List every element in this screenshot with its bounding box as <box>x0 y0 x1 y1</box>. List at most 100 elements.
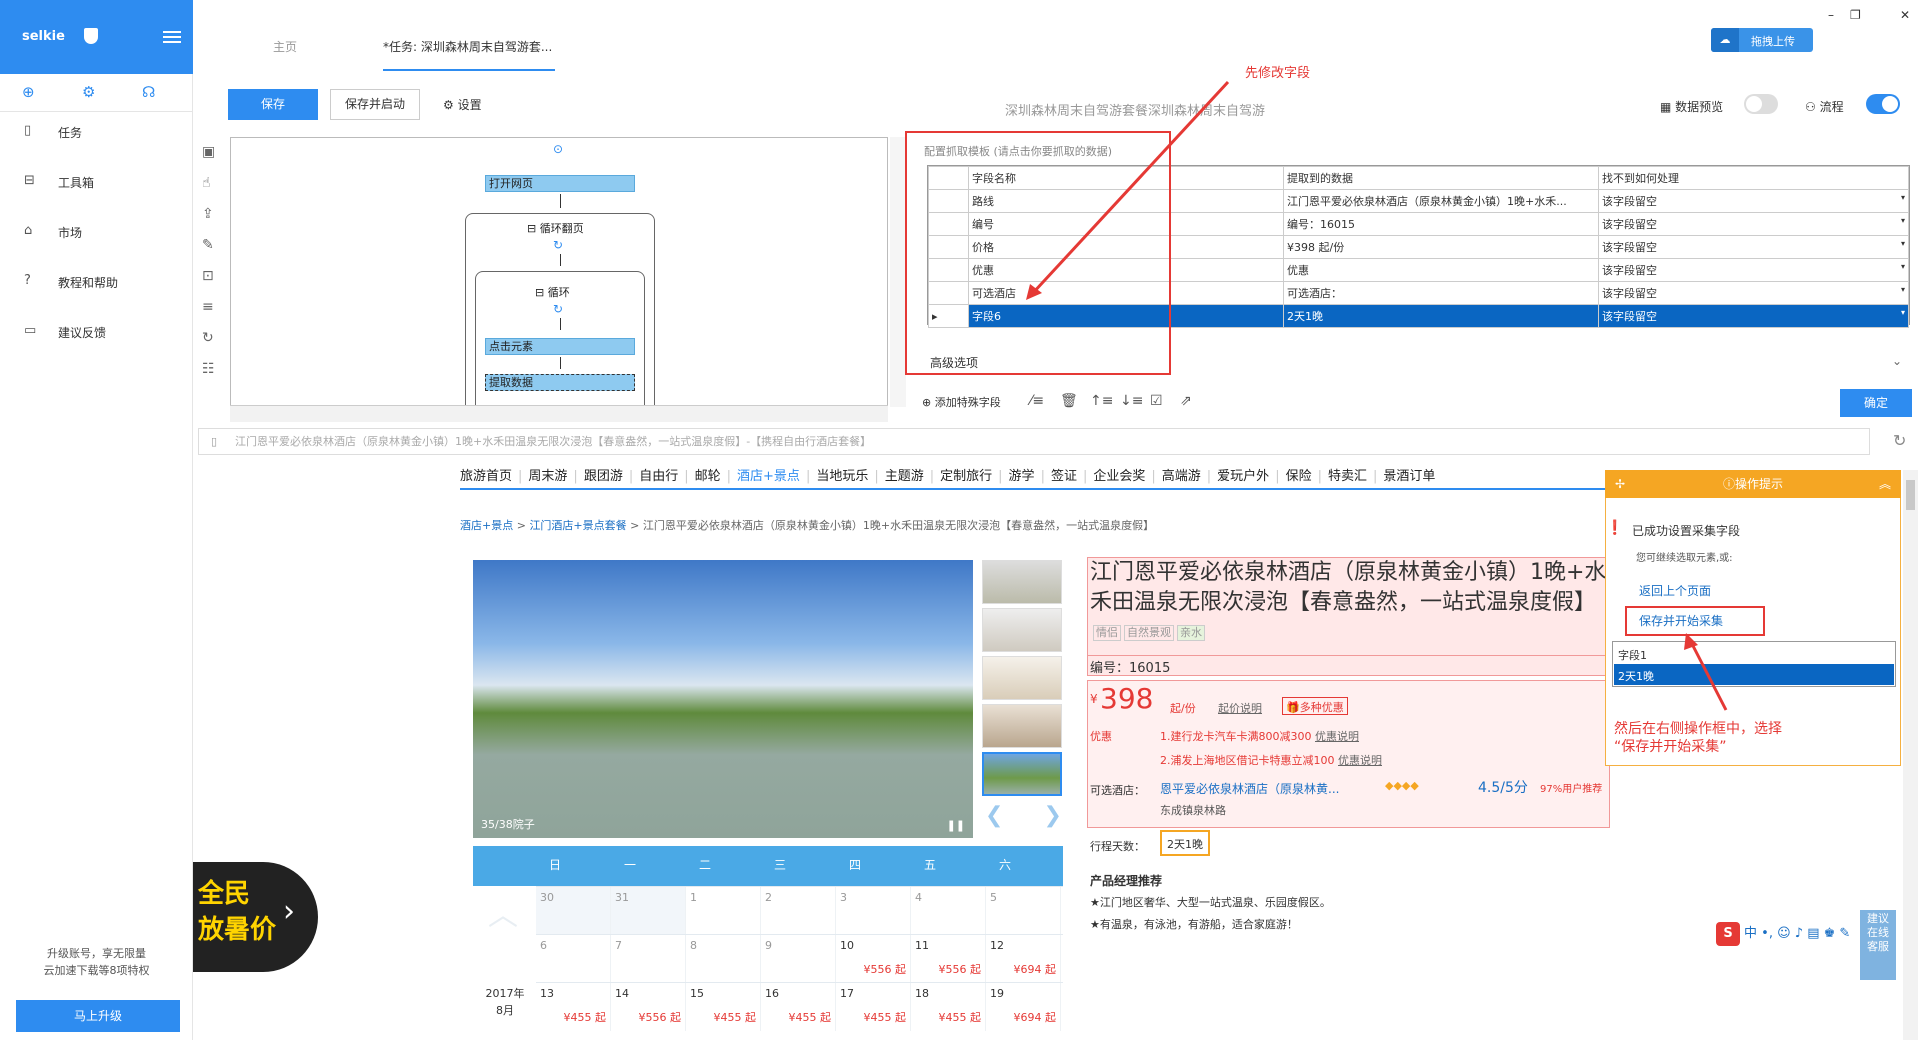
save-and-start-link[interactable]: 保存并开始采集 <box>1639 612 1723 629</box>
sidebar-item-help[interactable]: ? 教程和帮助 <box>0 258 193 308</box>
list-item-selected[interactable]: 2天1晚 <box>1614 664 1894 685</box>
field-handle-cell[interactable]: 该字段留空 ▾ <box>1598 235 1909 259</box>
sidebar-item-toolbox[interactable]: ⊟ 工具箱 <box>0 158 193 208</box>
table-row[interactable]: 路线 江门恩平爱必依泉林酒店（原泉林黄金小镇）1晚+水禾... 该字段留空 ▾ <box>928 189 1909 213</box>
row-header[interactable] <box>928 189 969 213</box>
flow-node-loop[interactable]: ⊟ 循环 <box>535 284 570 300</box>
upgrade-button[interactable]: 马上升级 <box>16 1000 180 1032</box>
field-name-cell[interactable]: 可选酒店 <box>968 281 1284 305</box>
web-nav-item[interactable]: 保险 <box>1286 469 1312 484</box>
product-main-image[interactable]: 35/38院子 ❚❚ <box>473 560 973 838</box>
field-data-cell[interactable]: 可选酒店： <box>1283 281 1599 305</box>
field-name-cell[interactable]: 编号 <box>968 212 1284 236</box>
table-row[interactable]: 编号 编号：16015 该字段留空 ▾ <box>928 212 1909 236</box>
tree-tool-icon[interactable]: ☷ <box>202 361 215 377</box>
restore-icon[interactable]: ❐ <box>1850 8 1861 22</box>
web-nav-item[interactable]: 景酒订单 <box>1383 469 1435 484</box>
headset-icon[interactable]: ☊ <box>142 83 155 101</box>
thumbnail-active[interactable] <box>982 752 1062 796</box>
web-nav-item[interactable]: 企业会奖 <box>1093 469 1145 484</box>
sidebar-item-feedback[interactable]: ▭ 建议反馈 <box>0 308 193 358</box>
calendar-day[interactable]: 15 ¥455 起 <box>686 983 761 1031</box>
row-header[interactable] <box>928 281 969 305</box>
web-nav-item[interactable]: 周末游 <box>528 469 567 484</box>
field-handle-cell[interactable]: 该字段留空 ▾ <box>1598 212 1909 236</box>
ime-toolbar[interactable]: S中 •, ☺ ♪ ▤ ♚ ✎ <box>1716 922 1856 946</box>
sidebar-item-market[interactable]: ⌂ 市场 <box>0 208 193 258</box>
table-row[interactable]: 可选酒店 可选酒店： 该字段留空 ▾ <box>928 281 1909 305</box>
flow-vertical-scrollbar[interactable] <box>890 137 906 407</box>
row-header[interactable]: ▸ <box>928 304 969 328</box>
dropdown-arrow-icon[interactable]: ▾ <box>1901 285 1905 294</box>
menu-icon[interactable] <box>163 31 181 43</box>
web-nav-item[interactable]: 游学 <box>1009 469 1035 484</box>
list-item[interactable]: 字段1 <box>1614 643 1894 664</box>
add-special-field-button[interactable]: ⊕ 添加特殊字段 <box>922 394 1001 410</box>
table-row[interactable]: 优惠 优惠 该字段留空 ▾ <box>928 258 1909 282</box>
settings-button[interactable]: ⚙ 设置 <box>443 96 482 113</box>
row-header[interactable] <box>928 258 969 282</box>
table-row[interactable]: ▸ 字段6 2天1晚 该字段留空 ▾ <box>928 304 1909 328</box>
delete-icon[interactable]: 🗑 <box>1060 393 1078 409</box>
back-link[interactable]: 返回上个页面 <box>1639 582 1711 599</box>
row-header[interactable] <box>928 212 969 236</box>
save-button[interactable]: 保存 <box>228 89 318 120</box>
promo-badge[interactable]: 全民 放暑价 › <box>193 862 318 972</box>
prev-arrow-icon[interactable]: ❮ <box>985 803 1003 828</box>
pause-icon[interactable]: ❚❚ <box>947 819 965 832</box>
days-option[interactable]: 2天1晚 <box>1160 830 1210 856</box>
tab-task[interactable]: *任务: 深圳森林周末自驾游套... <box>383 38 555 71</box>
flow-node-loop-page[interactable]: ⊟ 循环翻页 <box>527 220 584 236</box>
dropdown-arrow-icon[interactable]: ▾ <box>1901 262 1905 271</box>
move-up-icon[interactable]: ↑≡ <box>1090 393 1113 409</box>
thumbnail[interactable] <box>982 560 1062 604</box>
web-nav-item[interactable]: 签证 <box>1051 469 1077 484</box>
export-tool-icon[interactable]: ⇪ <box>202 206 214 222</box>
calendar-day[interactable]: 13 ¥455 起 <box>536 983 611 1031</box>
confirm-button[interactable]: 确定 <box>1840 389 1912 417</box>
breadcrumb-link[interactable]: 酒店+景点 <box>460 519 513 532</box>
calendar-up-icon[interactable]: ︿ <box>488 890 518 934</box>
field-data-cell[interactable]: 优惠 <box>1283 258 1599 282</box>
url-bar[interactable]: ▯ 江门恩平爱必依泉林酒店（原泉林黄金小镇）1晚+水禾田温泉无限次浸泡【春意盎然，… <box>198 428 1870 455</box>
move-down-icon[interactable]: ↓≡ <box>1120 393 1143 409</box>
list-tool-icon[interactable]: ≡ <box>202 299 214 315</box>
field-name-cell[interactable]: 路线 <box>968 189 1284 213</box>
add-icon[interactable]: ⊕ <box>22 83 35 101</box>
loop-tool-icon[interactable]: ↻ <box>202 330 214 346</box>
gear-icon[interactable]: ⚙ <box>82 83 95 101</box>
extract-tool-icon[interactable]: ⊡ <box>202 268 214 284</box>
web-nav-item[interactable]: 当地玩乐 <box>816 469 868 484</box>
field-handle-cell[interactable]: 该字段留空 ▾ <box>1598 258 1909 282</box>
web-nav-item[interactable]: 主题游 <box>885 469 924 484</box>
minimize-icon[interactable]: – <box>1828 8 1834 22</box>
hotel-name-link[interactable]: 恩平爱必依泉林酒店（原泉林黄... <box>1160 780 1339 797</box>
field-data-cell[interactable]: ¥398 起/份 <box>1283 235 1599 259</box>
refresh-icon[interactable]: ↻ <box>1893 431 1906 450</box>
thumbnail[interactable] <box>982 608 1062 652</box>
format-icon[interactable]: ⁄≡ <box>1030 393 1044 409</box>
move-icon[interactable]: ✢ <box>1615 470 1625 498</box>
field-name-cell[interactable]: 字段6 <box>968 304 1284 328</box>
multi-discount-badge[interactable]: 🎁多种优惠 <box>1282 697 1348 715</box>
field-name-cell[interactable]: 价格 <box>968 235 1284 259</box>
web-nav-item[interactable]: 邮轮 <box>695 469 721 484</box>
shield-icon[interactable] <box>84 28 98 44</box>
web-nav-item[interactable]: 自由行 <box>639 469 678 484</box>
data-preview-toggle[interactable] <box>1744 94 1778 114</box>
field-data-cell[interactable]: 江门恩平爱必依泉林酒店（原泉林黄金小镇）1晚+水禾... <box>1283 189 1599 213</box>
discount-link[interactable]: 优惠说明 <box>1338 754 1382 767</box>
web-nav-item[interactable]: 爱玩户外 <box>1217 469 1269 484</box>
calendar-day[interactable]: 12 ¥694 起 <box>986 935 1061 983</box>
web-nav-item[interactable]: 定制旅行 <box>940 469 992 484</box>
row-header[interactable] <box>928 235 969 259</box>
dropdown-arrow-icon[interactable]: ▾ <box>1901 308 1905 317</box>
calendar-day[interactable]: 14 ¥556 起 <box>611 983 686 1031</box>
upload-button[interactable]: ☁ 拖拽上传 <box>1711 28 1813 52</box>
check-edit-icon[interactable]: ☑ <box>1150 393 1163 409</box>
save-and-start-button[interactable]: 保存并启动 <box>330 89 420 120</box>
click-tool-icon[interactable]: ☝ <box>202 175 211 191</box>
collapse-icon[interactable]: ︽ <box>1879 470 1891 498</box>
advanced-options[interactable]: 高级选项 <box>930 354 978 371</box>
dropdown-arrow-icon[interactable]: ▾ <box>1901 216 1905 225</box>
